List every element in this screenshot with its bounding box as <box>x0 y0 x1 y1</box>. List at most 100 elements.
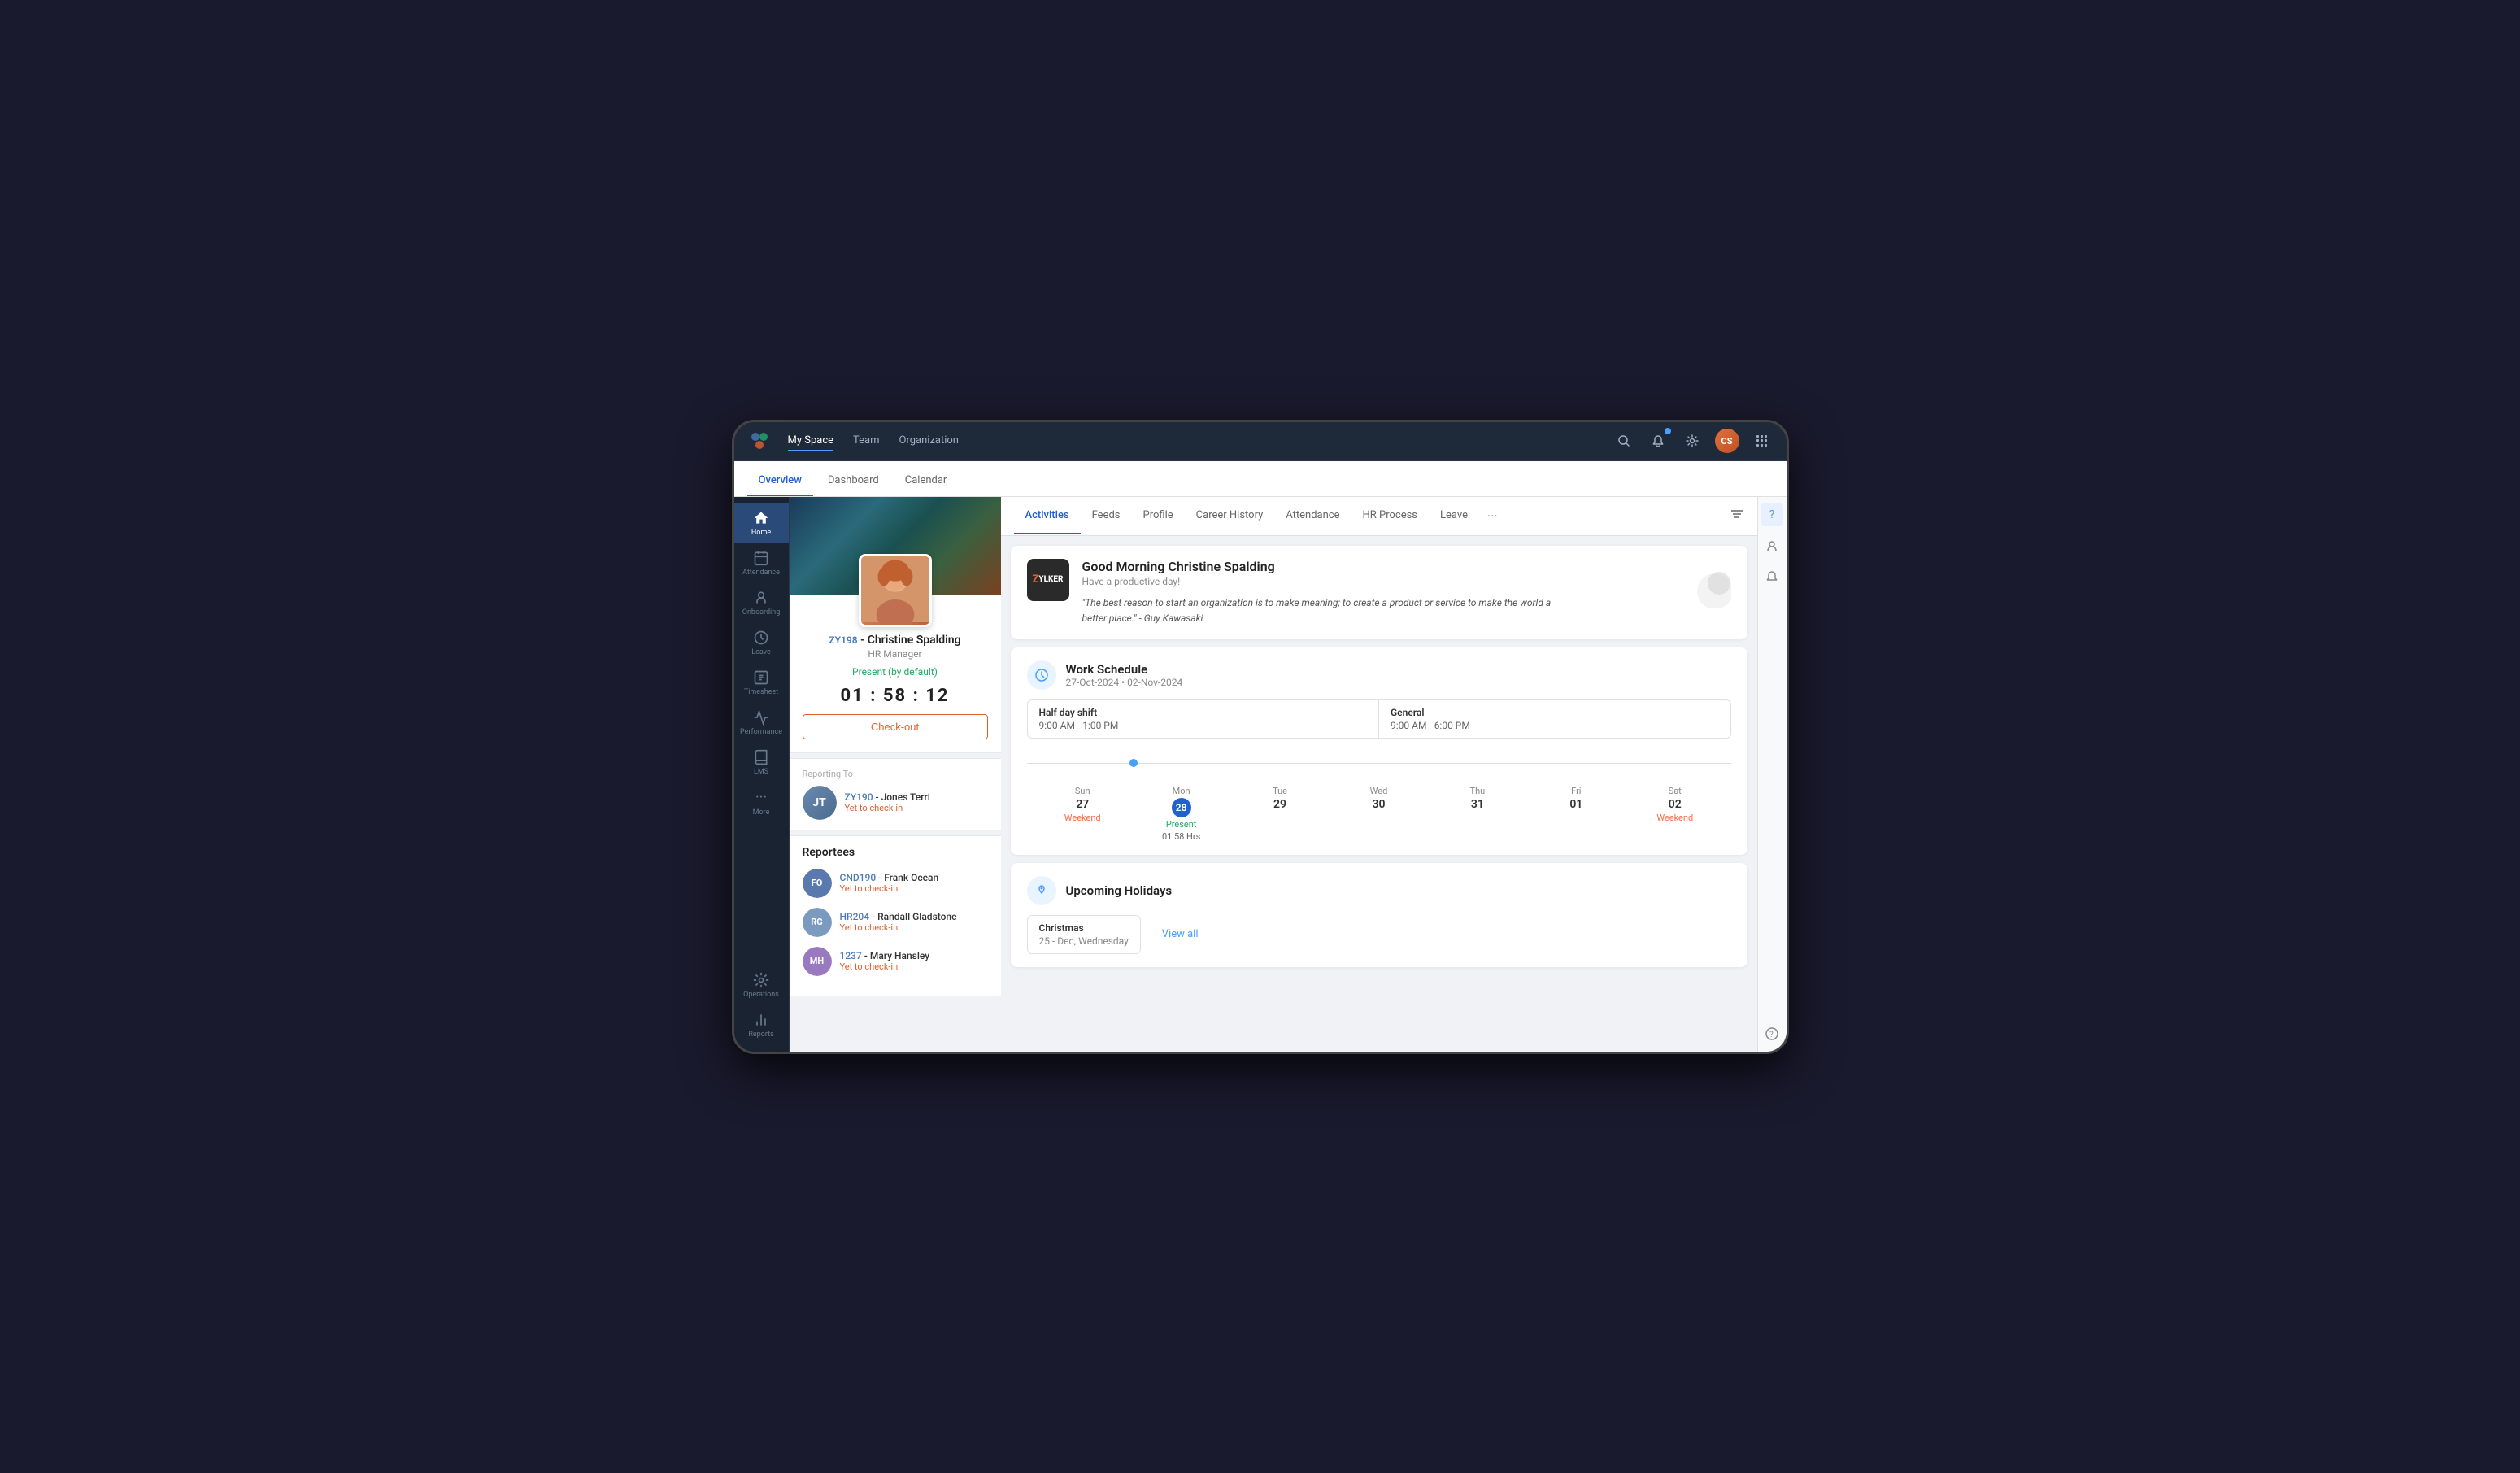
sub-tabs: Overview Dashboard Calendar <box>734 461 1787 497</box>
reporting-dash: - <box>876 791 881 803</box>
reportees-card: Reportees FO CND190 - Frank <box>790 835 1001 996</box>
main-content: Home Attendance Onboarding <box>734 497 1787 1052</box>
reporting-avatar: JT <box>803 786 837 820</box>
tab-attendance[interactable]: Attendance <box>1274 498 1351 534</box>
tab-activities[interactable]: Activities <box>1014 498 1081 534</box>
timer-sep1: : <box>870 686 883 706</box>
nav-organization[interactable]: Organization <box>899 431 959 451</box>
sidebar-item-attendance[interactable]: Attendance <box>734 543 789 583</box>
notification-badge <box>1665 428 1671 434</box>
greeting-text: Good Morning <box>1082 559 1165 574</box>
week-day-wed: Wed 30 <box>1354 768 1403 842</box>
more-tabs-icon[interactable]: ··· <box>1479 508 1506 524</box>
left-sidebar: Home Attendance Onboarding <box>734 497 790 1052</box>
reportee-avatar-2: RG <box>803 908 832 937</box>
tab-profile[interactable]: Profile <box>1132 498 1185 534</box>
active-dot <box>1129 759 1138 767</box>
tab-calendar[interactable]: Calendar <box>894 466 959 496</box>
week-day-fri: Fri 01 <box>1552 768 1600 842</box>
app-logo[interactable] <box>747 429 772 453</box>
tab-career-history[interactable]: Career History <box>1185 498 1275 534</box>
shift-item-2: General 9:00 AM - 6:00 PM <box>1379 700 1730 738</box>
profile-avatar <box>859 554 932 627</box>
search-icon[interactable] <box>1613 429 1635 452</box>
main-scroll: Z YLKER Good Morning Christine Spalding … <box>1001 536 1757 1052</box>
sidebar-label-more: More <box>753 808 770 817</box>
scroll-area: ZY198 - Christine Spalding HR Manager Pr… <box>790 497 1787 1052</box>
filter-icon[interactable] <box>1730 507 1744 525</box>
grid-menu-icon[interactable] <box>1751 429 1774 452</box>
day-label-wed: Wed <box>1370 786 1388 796</box>
quote-text: "The best reason to start an organizatio… <box>1082 595 1570 626</box>
user-avatar[interactable]: CS <box>1715 429 1739 453</box>
reporting-person: JT ZY190 - Jones Terri Yet to check-in <box>803 786 988 820</box>
sidebar-label-operations: Operations <box>743 991 779 999</box>
day-num-mon: 28 <box>1172 798 1191 817</box>
sidebar-label-lms: LMS <box>754 768 768 776</box>
reportee-name-1: CND190 - Frank Ocean <box>840 872 939 883</box>
right-icon-question[interactable]: ? <box>1761 1022 1783 1045</box>
week-day-sat: Sat 02 Weekend <box>1651 768 1700 842</box>
week-timeline: Sun 27 Weekend Mon 28 Present <box>1027 750 1731 842</box>
day-status-mon: Present <box>1166 819 1197 830</box>
timer-minutes: 58 <box>883 686 907 706</box>
timer-seconds: 12 <box>925 686 949 706</box>
sidebar-item-reports[interactable]: Reports <box>734 1005 789 1045</box>
settings-icon[interactable] <box>1681 429 1704 452</box>
sidebar-item-more[interactable]: ··· More <box>734 782 789 823</box>
holidays-header: Upcoming Holidays <box>1027 876 1731 905</box>
sidebar-item-timesheet[interactable]: Timesheet <box>734 663 789 703</box>
work-schedule-header: Work Schedule 27-Oct-2024 • 02-Nov-2024 <box>1027 660 1731 690</box>
tab-hr-process[interactable]: HR Process <box>1351 498 1429 534</box>
holidays-card: Upcoming Holidays Christmas 25 - Dec, We… <box>1011 863 1747 967</box>
work-schedule-card: Work Schedule 27-Oct-2024 • 02-Nov-2024 … <box>1011 647 1747 855</box>
right-icon-bell[interactable] <box>1761 565 1783 588</box>
checkout-button[interactable]: Check-out <box>803 714 988 739</box>
reporting-id: ZY190 <box>845 791 873 803</box>
svg-text:?: ? <box>1769 1031 1774 1039</box>
right-icon-person[interactable] <box>1761 534 1783 557</box>
notification-icon[interactable] <box>1647 429 1669 452</box>
day-label-mon: Mon <box>1173 786 1190 796</box>
reportee-info-3: 1237 - Mary Hansley Yet to check-in <box>840 950 930 972</box>
profile-name: ZY198 - Christine Spalding <box>803 634 988 647</box>
sidebar-item-lms[interactable]: LMS <box>734 743 789 782</box>
sidebar-item-operations[interactable]: Operations <box>734 965 789 1005</box>
reportee-status-3: Yet to check-in <box>840 961 930 972</box>
tab-dashboard[interactable]: Dashboard <box>816 466 890 496</box>
sidebar-item-leave[interactable]: Leave <box>734 623 789 663</box>
reportee-item: FO CND190 - Frank Ocean Yet to check-in <box>803 869 988 898</box>
content-area: ZY198 - Christine Spalding HR Manager Pr… <box>790 497 1787 1052</box>
nav-team[interactable]: Team <box>853 431 880 451</box>
sidebar-item-performance[interactable]: Performance <box>734 703 789 743</box>
view-all-link[interactable]: View all <box>1162 928 1199 940</box>
greeting-right <box>1666 559 1731 611</box>
logo-text: YLKER <box>1038 575 1063 584</box>
sidebar-label-home: Home <box>751 529 771 537</box>
profile-name-text: - <box>860 634 868 647</box>
shift-name-1: Half day shift <box>1039 707 1368 718</box>
status-badge: Present (by default) <box>803 666 988 678</box>
reportee-avatar-3: MH <box>803 947 832 976</box>
tab-feeds[interactable]: Feeds <box>1081 498 1132 534</box>
sidebar-item-home[interactable]: Home <box>734 503 789 543</box>
day-label-sun: Sun <box>1075 786 1090 796</box>
timer-display: 01 : 58 : 12 <box>803 686 988 706</box>
reportee-status-1: Yet to check-in <box>840 883 939 894</box>
day-num-sat: 02 <box>1669 798 1682 811</box>
reportee-id-2: HR204 <box>840 911 870 922</box>
sidebar-item-onboarding[interactable]: Onboarding <box>734 583 789 623</box>
right-icon-help[interactable]: ? <box>1761 503 1783 526</box>
sidebar-label-onboarding: Onboarding <box>742 608 781 617</box>
top-navigation: My Space Team Organization <box>788 431 1613 451</box>
profile-title: HR Manager <box>803 648 988 660</box>
day-num-fri: 01 <box>1569 798 1582 811</box>
shift-name-2: General <box>1391 707 1719 718</box>
nav-myspace[interactable]: My Space <box>788 431 834 451</box>
reporting-info: ZY190 - Jones Terri Yet to check-in <box>845 791 930 813</box>
reportee-status-2: Yet to check-in <box>840 922 957 933</box>
tab-overview[interactable]: Overview <box>747 466 813 496</box>
holiday-name-1: Christmas <box>1039 922 1129 934</box>
right-sidebar: ? <box>1757 497 1787 1052</box>
tab-leave[interactable]: Leave <box>1429 498 1479 534</box>
